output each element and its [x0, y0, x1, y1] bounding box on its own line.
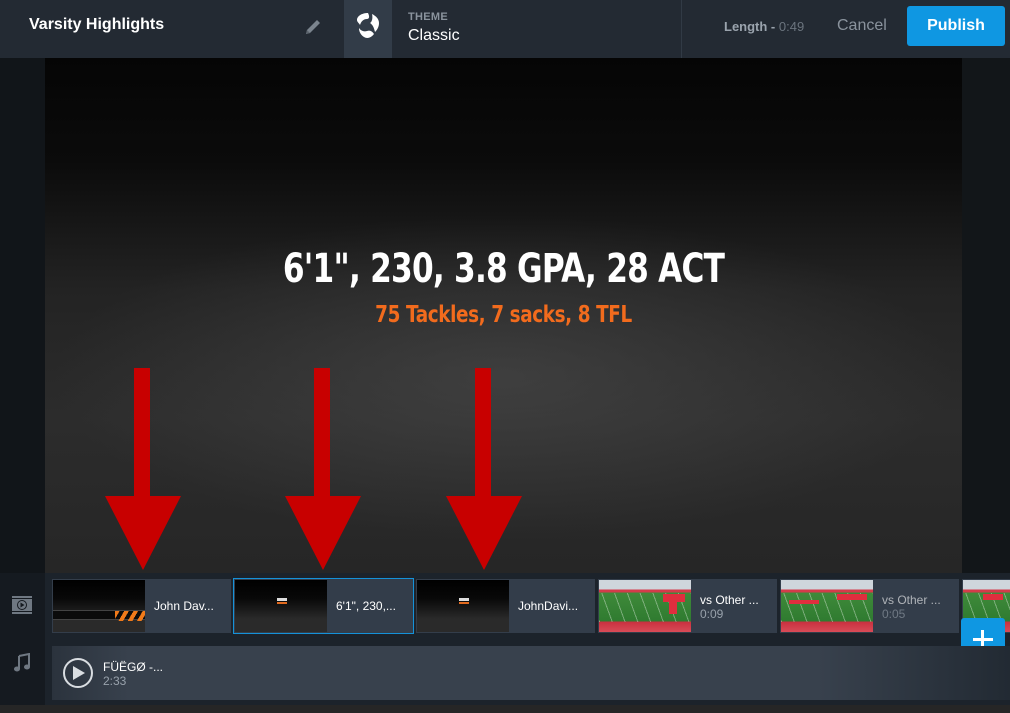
audio-name: FÜËGØ -... [103, 660, 163, 674]
film-play-icon [12, 596, 32, 614]
timeline-clip[interactable]: vs Other ... 0:05 [780, 579, 959, 633]
timeline: John Dav... 6'1", 230,... JohnDavi... vs… [0, 573, 1010, 713]
clip-name: vs Other ... [700, 593, 759, 607]
video-length: Length - 0:49 [724, 19, 804, 34]
cancel-button[interactable]: Cancel [837, 17, 887, 35]
timeline-clip[interactable]: JohnDavi... [416, 579, 595, 633]
theme-button[interactable] [344, 0, 392, 58]
clip-name: vs Other ... [882, 593, 941, 607]
clip-thumbnail [417, 580, 509, 632]
timeline-clip[interactable]: John Dav... [52, 579, 231, 633]
publish-button[interactable]: Publish [907, 6, 1005, 46]
clip-name: John Dav... [154, 599, 214, 613]
length-label: Length - [724, 19, 779, 34]
clip-thumbnail [599, 580, 691, 632]
timeline-clip[interactable]: vs Other ... 0:09 [598, 579, 777, 633]
theme-logo-icon [357, 13, 379, 38]
thumb-lower-third [53, 610, 145, 621]
clip-thumbnail [235, 580, 327, 632]
edit-title-pencil-icon[interactable] [303, 17, 323, 37]
header-divider [681, 0, 682, 58]
clip-thumbnail [53, 580, 145, 632]
red-down-arrow-icon [285, 368, 361, 570]
clip-name: JohnDavi... [518, 599, 579, 613]
track-icons-column [0, 573, 45, 705]
play-audio-button[interactable] [63, 658, 93, 688]
length-value: 0:49 [778, 19, 805, 34]
project-title[interactable]: Varsity Highlights [29, 16, 164, 34]
thumb-title-mark [277, 598, 287, 604]
clip-duration: 0:09 [700, 607, 724, 621]
thumb-title-mark [459, 598, 469, 604]
timeline-clip-selected[interactable]: 6'1", 230,... [233, 578, 414, 634]
red-down-arrow-icon [105, 368, 181, 570]
red-down-arrow-icon [446, 368, 522, 570]
top-bar: Varsity Highlights THEME Classic Length … [0, 0, 1010, 58]
orange-stripes [115, 611, 145, 621]
right-gutter [962, 58, 1010, 573]
preview-headline: 6'1", 230, 3.8 GPA, 28 ACT [282, 246, 725, 292]
clip-name: 6'1", 230,... [336, 599, 396, 613]
theme-value[interactable]: Classic [408, 27, 460, 45]
clip-thumbnail [781, 580, 873, 632]
clip-duration: 0:05 [882, 607, 906, 621]
audio-duration: 2:33 [103, 674, 127, 688]
preview-subline: 75 Tackles, 7 sacks, 8 TFL [375, 302, 632, 328]
theme-label: THEME [408, 11, 448, 23]
bottom-strip [0, 705, 1010, 713]
audio-track[interactable]: FÜËGØ -... 2:33 [52, 646, 1010, 700]
video-preview[interactable]: 6'1", 230, 3.8 GPA, 28 ACT 75 Tackles, 7… [45, 58, 962, 573]
left-gutter [0, 58, 45, 573]
music-note-icon [14, 653, 30, 672]
play-icon [73, 666, 85, 680]
